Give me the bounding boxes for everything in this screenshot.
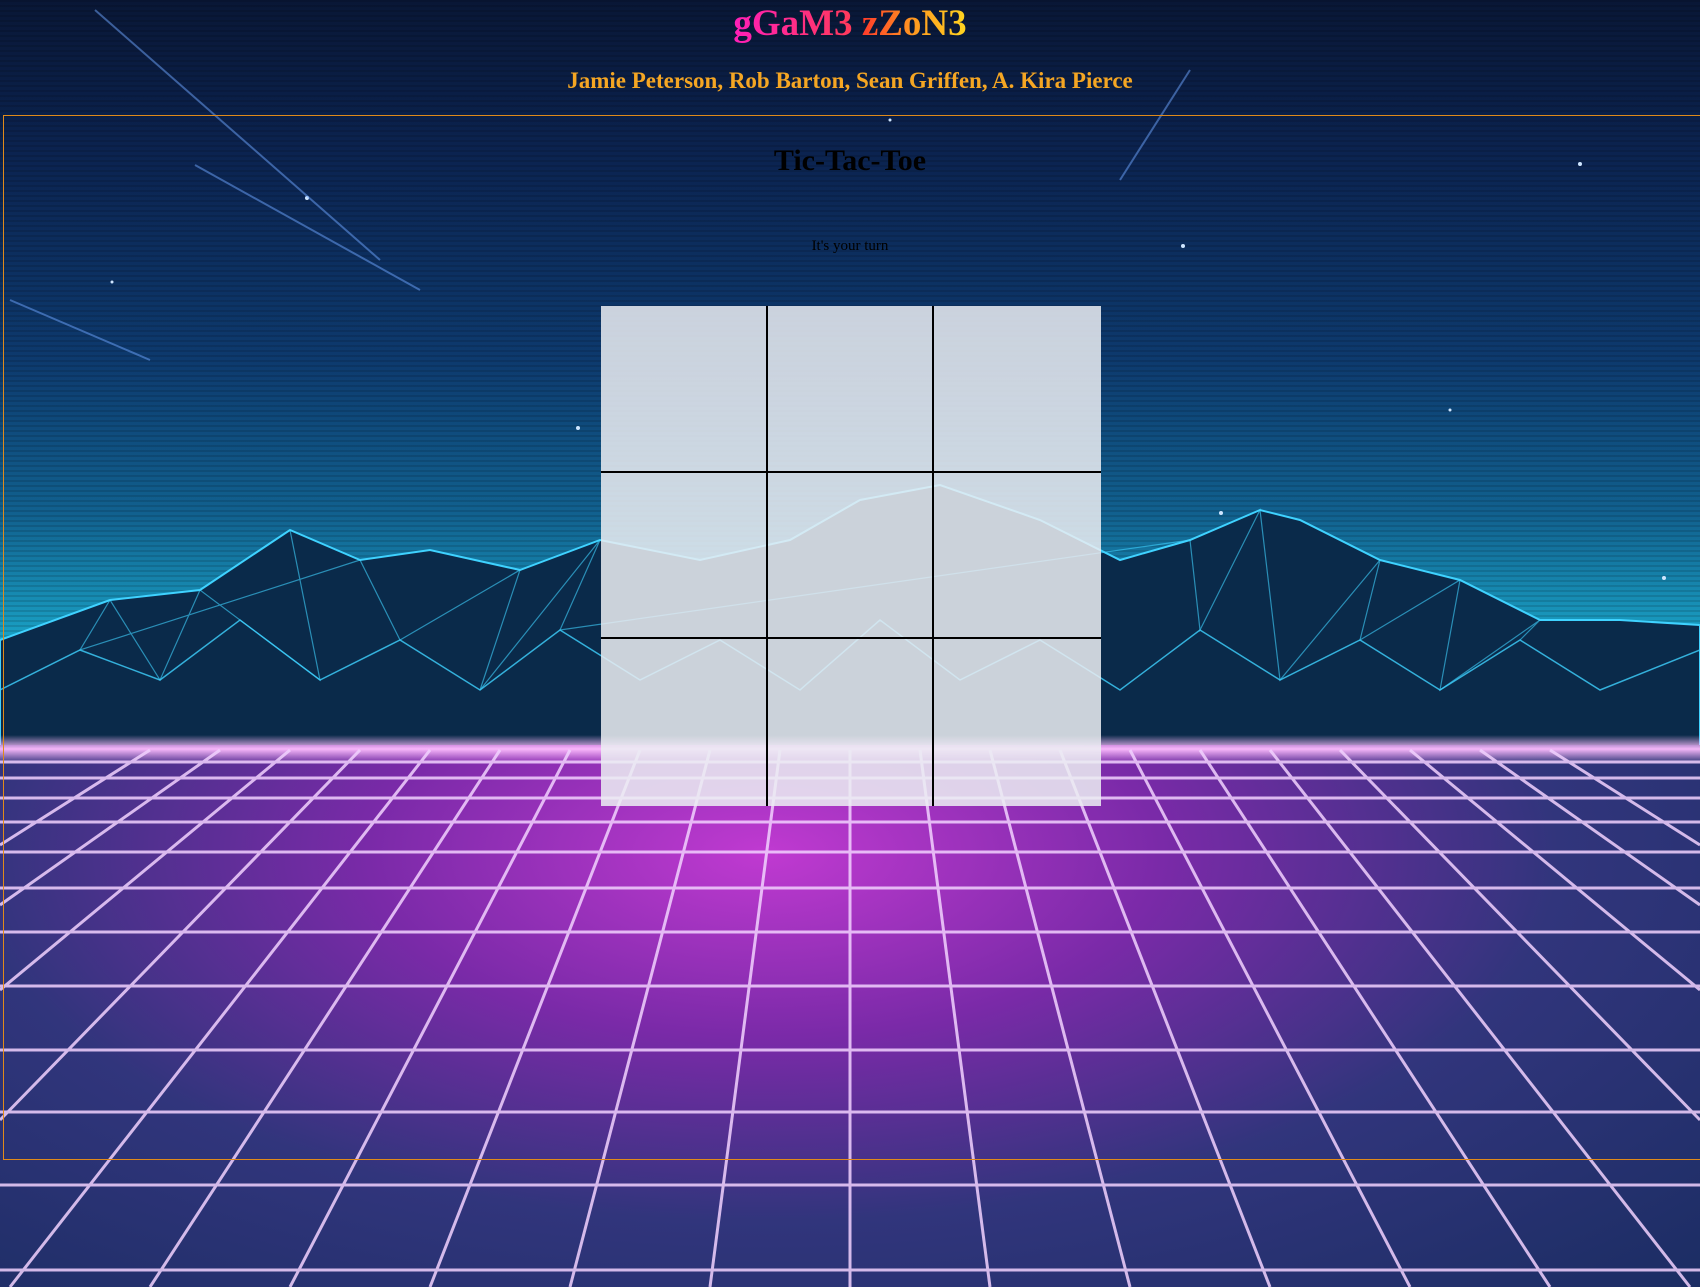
turn-status: It's your turn bbox=[811, 238, 889, 254]
board-cell-1[interactable] bbox=[601, 306, 768, 473]
board-cell-4[interactable] bbox=[601, 472, 768, 640]
tic-tac-toe-board bbox=[601, 306, 1101, 806]
board-cell-7[interactable] bbox=[601, 639, 768, 806]
site-title: gGaM3 zZoN3 bbox=[0, 4, 1700, 44]
site-title-part-2: zZoN3 bbox=[861, 3, 967, 44]
authors-credit: Jamie Peterson, Rob Barton, Sean Griffen… bbox=[567, 68, 1133, 93]
board-cell-6[interactable] bbox=[934, 472, 1101, 640]
site-title-part-1: gGaM3 bbox=[733, 3, 853, 44]
board-cell-5[interactable] bbox=[767, 472, 935, 640]
game-title: Tic-Tac-Toe bbox=[773, 144, 927, 177]
board-cell-9[interactable] bbox=[934, 639, 1101, 806]
board-cell-3[interactable] bbox=[934, 306, 1101, 473]
board-cell-2[interactable] bbox=[767, 306, 935, 473]
board-cell-8[interactable] bbox=[767, 639, 935, 806]
